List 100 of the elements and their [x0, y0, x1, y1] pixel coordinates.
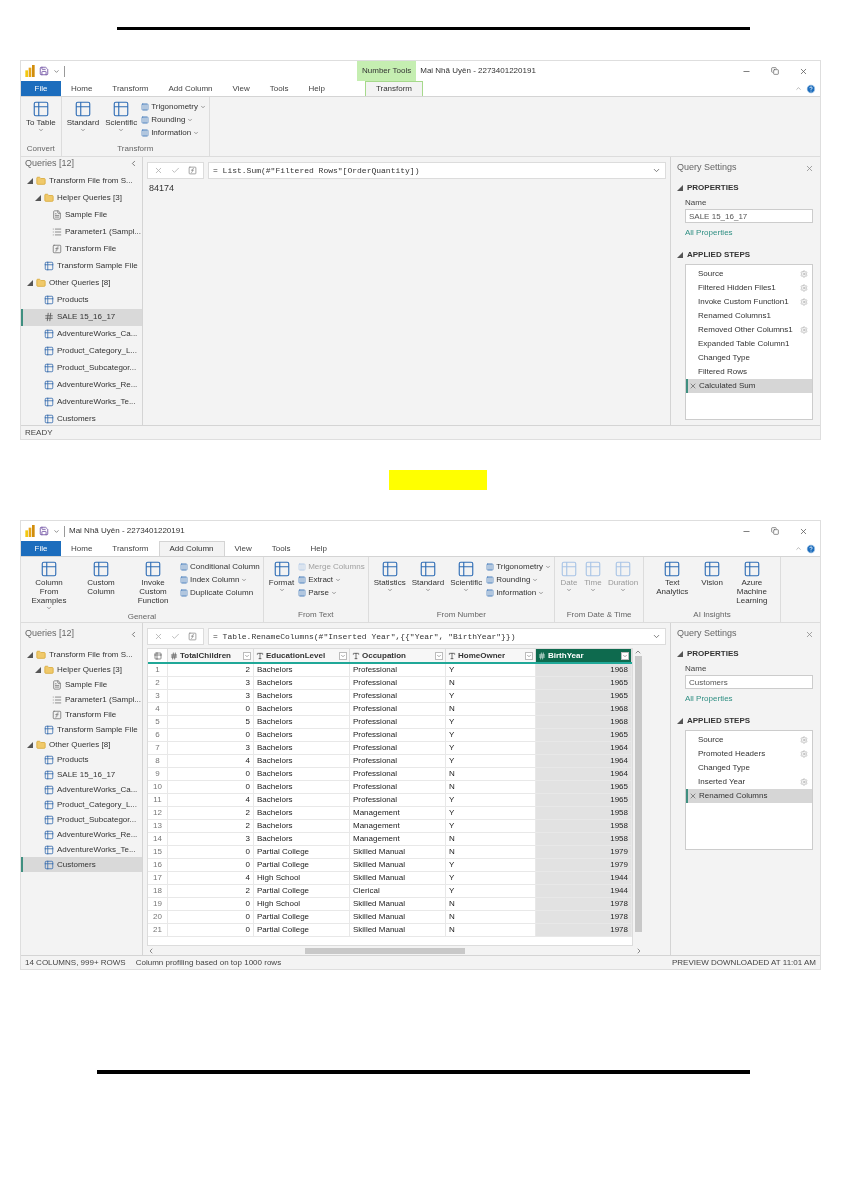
ribbon-button[interactable]: Duplicate Column — [180, 586, 260, 599]
collapse-triangle-icon[interactable] — [677, 651, 683, 657]
expand-triangle-icon[interactable] — [27, 280, 33, 286]
delete-icon[interactable] — [689, 382, 697, 390]
cancel-icon[interactable] — [154, 166, 163, 175]
query-item[interactable]: Parameter1 (Sampl... — [21, 223, 142, 241]
all-properties-link[interactable]: All Properties — [685, 227, 814, 239]
applied-step[interactable]: Filtered Rows — [686, 365, 812, 379]
ribbon-button[interactable]: Trigonometry — [486, 560, 551, 573]
applied-step[interactable]: Promoted Headers — [686, 747, 812, 761]
expand-icon[interactable] — [652, 166, 661, 175]
query-item[interactable]: Helper Queries [3] — [21, 189, 142, 207]
expand-triangle-icon[interactable] — [27, 651, 33, 658]
query-item[interactable]: Transform Sample File — [21, 257, 142, 275]
ribbon-button[interactable]: Azure Machine Learning — [726, 560, 777, 605]
expand-triangle-icon[interactable] — [35, 195, 41, 201]
expand-triangle-icon[interactable] — [35, 666, 41, 673]
gear-icon[interactable] — [800, 736, 808, 744]
text-type-icon[interactable] — [448, 651, 456, 660]
close-icon[interactable] — [799, 66, 808, 76]
applied-step[interactable]: Inserted Year — [686, 775, 812, 789]
column-header[interactable]: BirthYear — [536, 649, 632, 662]
query-item[interactable]: Products — [21, 752, 142, 767]
number-type-icon[interactable] — [538, 651, 546, 660]
ribbon-tab[interactable]: View — [224, 541, 262, 556]
cancel-icon[interactable] — [154, 632, 163, 641]
restore-icon[interactable] — [771, 527, 779, 535]
collapse-icon[interactable] — [129, 159, 138, 169]
gear-icon[interactable] — [800, 778, 808, 786]
formula-field[interactable]: = List.Sum(#"Filtered Rows"[OrderQuantity]) — [208, 162, 666, 179]
ribbon-button[interactable]: Invoke Custom Function — [128, 560, 178, 605]
ribbon-tab[interactable]: Home — [61, 541, 103, 556]
ribbon-tab[interactable]: Tools — [259, 81, 299, 96]
ribbon-button[interactable]: Format — [266, 560, 297, 593]
close-icon[interactable] — [805, 163, 814, 173]
expand-triangle-icon[interactable] — [27, 178, 33, 184]
collapse-triangle-icon[interactable] — [677, 252, 683, 258]
ribbon-tab[interactable]: Transform — [364, 81, 424, 96]
caret-icon[interactable] — [53, 527, 60, 535]
help-icon[interactable] — [806, 83, 816, 94]
table-menu-icon[interactable] — [153, 651, 162, 660]
ribbon-button[interactable]: Conditional Column — [180, 560, 260, 573]
collapse-icon[interactable] — [129, 629, 138, 639]
query-item[interactable]: AdventureWorks_Te... — [21, 842, 142, 857]
column-header[interactable]: HomeOwner — [446, 649, 536, 662]
column-header[interactable]: TotalChildren — [168, 649, 254, 662]
query-item[interactable]: Sample File — [21, 677, 142, 692]
scroll-right-icon[interactable] — [635, 946, 643, 955]
ribbon-button[interactable]: Information — [486, 586, 551, 599]
close-icon[interactable] — [799, 526, 808, 536]
applied-step[interactable]: Source — [686, 267, 812, 281]
formula-field[interactable]: = Table.RenameColumns(#"Inserted Year",{{"Year", "BirthYear"}}) — [208, 628, 666, 645]
query-item[interactable]: AdventureWorks_Re... — [21, 376, 142, 394]
ribbon-tab[interactable]: File — [21, 541, 61, 556]
expand-triangle-icon[interactable] — [27, 741, 33, 748]
ribbon-button[interactable]: Rounding — [486, 573, 551, 586]
query-item[interactable]: AdventureWorks_Re... — [21, 827, 142, 842]
query-item[interactable]: Transform File from S... — [21, 647, 142, 662]
ribbon-tab[interactable]: File — [21, 81, 61, 96]
ribbon-button[interactable]: Parse — [298, 586, 365, 599]
text-type-icon[interactable] — [352, 651, 360, 660]
function-icon[interactable] — [188, 166, 197, 175]
confirm-icon[interactable] — [171, 632, 180, 641]
delete-icon[interactable] — [689, 792, 697, 800]
name-field[interactable]: SALE 15_16_17 — [685, 209, 813, 223]
gear-icon[interactable] — [800, 284, 808, 292]
gear-icon[interactable] — [800, 326, 808, 334]
gear-icon[interactable] — [800, 750, 808, 758]
applied-step[interactable]: Source — [686, 733, 812, 747]
column-header[interactable]: EducationLevel — [254, 649, 350, 662]
ribbon-tab[interactable]: Add Column — [158, 541, 225, 556]
scroll-up-icon[interactable] — [634, 648, 642, 656]
query-item[interactable]: AdventureWorks_Te... — [21, 393, 142, 411]
ribbon-button[interactable]: Scientific — [103, 100, 140, 133]
ribbon-button[interactable]: Statistics — [371, 560, 408, 593]
applied-step[interactable]: Renamed Columns1 — [686, 309, 812, 323]
function-icon[interactable] — [188, 632, 197, 641]
query-item[interactable]: Products — [21, 291, 142, 309]
query-item[interactable]: AdventureWorks_Ca... — [21, 325, 142, 343]
query-item[interactable]: Product_Subcategor... — [21, 812, 142, 827]
ribbon-button[interactable]: Column From Examples — [24, 560, 74, 611]
query-item[interactable]: Transform Sample File — [21, 722, 142, 737]
query-item[interactable]: Customers — [21, 857, 142, 872]
query-item[interactable]: Transform File — [21, 707, 142, 722]
number-type-icon[interactable] — [170, 651, 178, 660]
ribbon-button[interactable]: Text Analytics — [647, 560, 698, 596]
close-icon[interactable] — [805, 629, 814, 639]
filter-dropdown-icon[interactable] — [621, 651, 629, 660]
save-icon[interactable] — [39, 66, 49, 76]
gear-icon[interactable] — [800, 298, 808, 306]
ribbon-button[interactable]: To Table — [24, 100, 58, 133]
ribbon-tab[interactable]: Add Column — [158, 81, 223, 96]
expand-icon[interactable] — [652, 632, 661, 641]
collapse-ribbon-icon[interactable] — [795, 545, 802, 552]
collapse-triangle-icon[interactable] — [677, 718, 683, 724]
applied-step[interactable]: Changed Type — [686, 351, 812, 365]
applied-step[interactable]: Changed Type — [686, 761, 812, 775]
query-item[interactable]: Sample File — [21, 206, 142, 224]
query-item[interactable]: Helper Queries [3] — [21, 662, 142, 677]
column-header[interactable]: Occupation — [350, 649, 446, 662]
